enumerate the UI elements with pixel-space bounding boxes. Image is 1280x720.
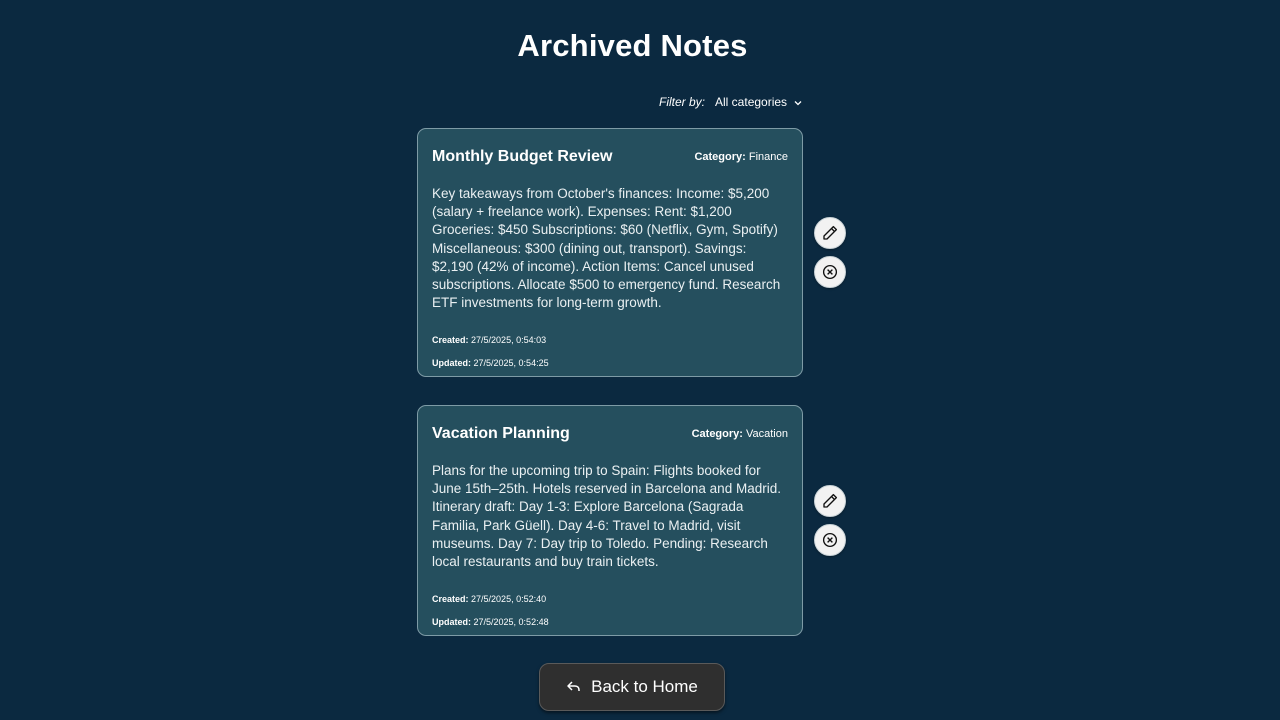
back-button-label: Back to Home — [591, 677, 698, 696]
created-timestamp: 27/5/2025, 0:54:03 — [471, 335, 547, 346]
note-meta: Created: 27/5/2025, 0:52:40 Updated: 27/… — [432, 593, 788, 639]
edit-note-button[interactable] — [814, 217, 846, 249]
note-category: Category: Finance — [694, 151, 788, 163]
note-card: Vacation Planning Category: Vacation Pla… — [417, 405, 803, 636]
page-title: Archived Notes — [517, 28, 748, 63]
note-title: Monthly Budget Review — [432, 148, 613, 165]
category-label: Category: — [694, 151, 746, 163]
category-label: Category: — [691, 428, 743, 440]
chevron-down-icon — [793, 97, 803, 107]
updated-label: Updated: — [432, 617, 471, 628]
delete-note-button[interactable] — [814, 256, 846, 288]
note-card: Monthly Budget Review Category: Finance … — [417, 128, 803, 377]
note-title: Vacation Planning — [432, 425, 570, 442]
filter-selected-value: All categories — [715, 95, 788, 109]
note-category: Category: Vacation — [692, 428, 788, 440]
note-meta: Created: 27/5/2025, 0:54:03 Updated: 27/… — [432, 334, 788, 380]
filter-label: Filter by: — [659, 95, 706, 109]
filter-bar: Filter by: All categories — [659, 95, 803, 109]
edit-note-button[interactable] — [814, 485, 846, 517]
note-content: Key takeaways from October's finances: I… — [432, 186, 781, 311]
category-filter-select[interactable]: All categories — [715, 95, 803, 109]
back-arrow-icon — [567, 681, 580, 691]
category-value: Finance — [748, 151, 788, 163]
updated-timestamp: 27/5/2025, 0:52:48 — [473, 617, 549, 628]
close-circle-icon — [822, 264, 838, 280]
delete-note-button[interactable] — [814, 524, 846, 556]
created-timestamp: 27/5/2025, 0:52:40 — [471, 594, 547, 605]
created-label: Created: — [432, 594, 469, 605]
archived-notes-page: Archived Notes Filter by: All categories… — [0, 0, 1280, 720]
close-circle-icon — [822, 532, 838, 548]
pencil-icon — [823, 493, 838, 508]
updated-timestamp: 27/5/2025, 0:54:25 — [473, 358, 549, 369]
updated-label: Updated: — [432, 358, 471, 369]
created-label: Created: — [432, 335, 469, 346]
category-value: Vacation — [746, 428, 788, 440]
pencil-icon — [823, 225, 838, 240]
note-content: Plans for the upcoming trip to Spain: Fl… — [432, 463, 781, 570]
back-to-home-button[interactable]: Back to Home — [539, 663, 725, 711]
